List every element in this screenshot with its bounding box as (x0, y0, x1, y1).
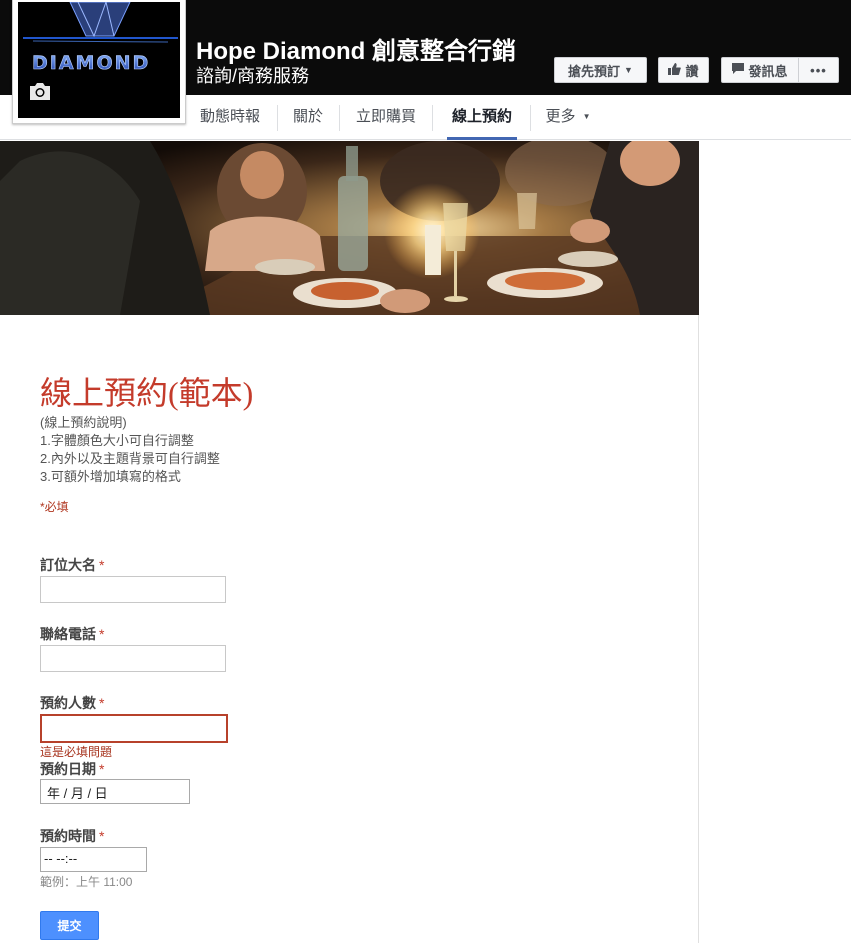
more-dots-icon: ••• (810, 62, 827, 78)
question-label-phone: 聯絡電話 * (40, 624, 104, 644)
date-input[interactable]: 年 / 月 / 日 (40, 779, 190, 804)
question-label-party-size: 預約人數 * (40, 693, 104, 713)
send-message-button[interactable]: 發訊息 (721, 57, 799, 83)
like-label: 讚 (685, 63, 699, 79)
tab-about-label: 關於 (292, 108, 323, 125)
form-title: 線上預約(範本) (40, 375, 254, 411)
tab-online-booking[interactable]: 線上預約 (447, 95, 517, 140)
question-label-text: 預約日期 (40, 761, 96, 777)
tab-shop-now-label: 立即購買 (355, 108, 416, 125)
profile-picture[interactable]: DIAMOND (12, 0, 186, 124)
question-label-text: 聯絡電話 (40, 626, 96, 642)
form-description-line: 2.內外以及主題背景可自行調整 (40, 451, 220, 466)
required-star: * (99, 695, 105, 711)
tab-more-label: 更多 (545, 108, 576, 125)
form-description-line: 1.字體顏色大小可自行調整 (40, 433, 194, 448)
message-icon (732, 62, 745, 78)
camera-icon[interactable] (28, 82, 52, 106)
tab-more[interactable]: 更多 ▼ (545, 95, 591, 139)
more-options-button[interactable]: ••• (798, 57, 839, 83)
thumbs-up-icon (668, 62, 682, 78)
submit-button[interactable]: 提交 (40, 911, 99, 940)
time-placeholder: -- --:-- (44, 851, 78, 866)
tab-divider (530, 105, 531, 131)
content-divider (698, 315, 699, 943)
page-category[interactable]: 諮詢/商務服務 (196, 62, 309, 88)
tab-timeline-label: 動態時報 (199, 108, 260, 125)
book-now-label: 搶先預訂 (568, 63, 621, 79)
tab-timeline[interactable]: 動態時報 (196, 95, 264, 139)
book-now-button[interactable]: 搶先預訂 ▼ (554, 57, 647, 83)
question-label-text: 預約人數 (40, 695, 96, 711)
tab-divider (339, 105, 340, 131)
tab-about[interactable]: 關於 (290, 95, 326, 139)
caret-down-icon: ▼ (624, 65, 633, 75)
time-input[interactable]: -- --:-- (40, 847, 147, 872)
tab-divider (277, 105, 278, 131)
tab-online-booking-label: 線上預約 (451, 108, 512, 125)
caret-down-icon: ▼ (582, 112, 591, 121)
form-description-line: 3.可額外增加填寫的格式 (40, 469, 181, 484)
date-placeholder: 年 / 月 / 日 (47, 786, 108, 801)
form-description-line: (線上預約說明) (40, 415, 127, 430)
message-label: 發訊息 (748, 63, 788, 79)
question-label-name: 訂位大名 * (40, 555, 104, 575)
required-error-message: 這是必填問題 (40, 745, 113, 759)
question-label-text: 預約時間 (40, 828, 96, 844)
question-label-time: 預約時間 * (40, 826, 104, 846)
required-note: *必填 (40, 500, 69, 514)
party-size-input[interactable] (40, 714, 228, 743)
time-example-hint: 範例：上午 11:00 (40, 875, 133, 889)
required-star: * (99, 828, 105, 844)
phone-input[interactable] (40, 645, 226, 672)
tab-shop-now[interactable]: 立即購買 (354, 95, 418, 139)
name-input[interactable] (40, 576, 226, 603)
submit-label: 提交 (57, 919, 82, 933)
required-star: * (99, 761, 105, 777)
tab-divider (432, 105, 433, 131)
question-label-text: 訂位大名 (40, 557, 96, 573)
dinner-banner-image (0, 141, 699, 315)
diamond-logo: DIAMOND (18, 2, 180, 118)
like-button[interactable]: 讚 (658, 57, 709, 83)
page-title[interactable]: Hope Diamond 創意整合行銷 (196, 31, 516, 66)
question-label-date: 預約日期 * (40, 759, 104, 779)
required-star: * (99, 557, 105, 573)
required-star: * (99, 626, 105, 642)
svg-text:DIAMOND: DIAMOND (32, 52, 150, 74)
